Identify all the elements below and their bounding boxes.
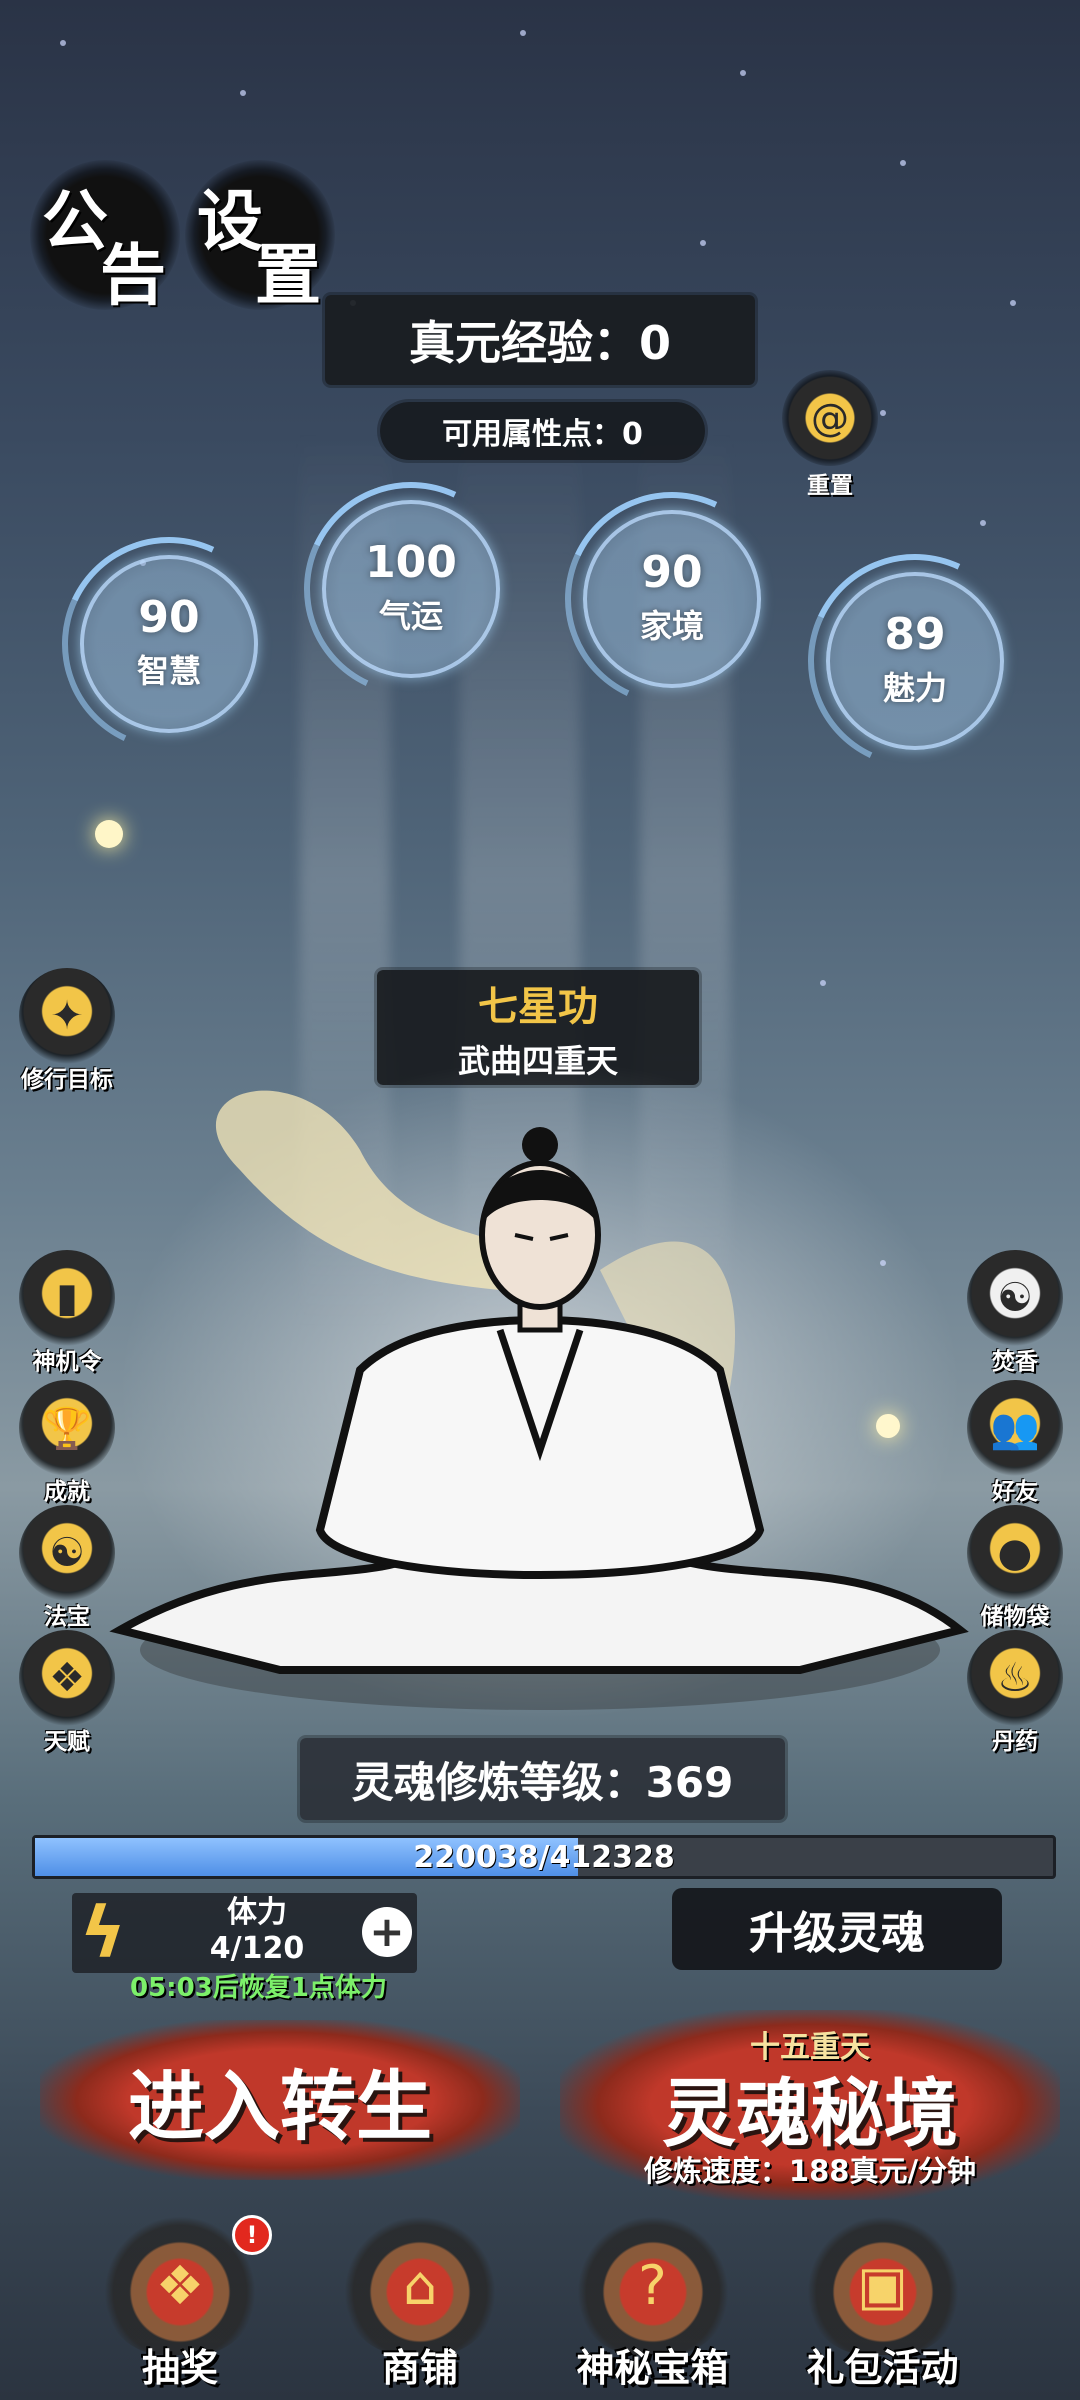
stat-label: 智慧 bbox=[136, 652, 201, 690]
gift-pack-button[interactable]: ▣ 礼包活动 bbox=[790, 2215, 975, 2392]
reset-button[interactable]: @ 重置 bbox=[775, 370, 885, 500]
plus-icon[interactable]: + bbox=[362, 1907, 412, 1957]
reset-label: 重置 bbox=[807, 473, 853, 499]
stat-label: 气运 bbox=[378, 597, 443, 635]
realm-speed-label: 修炼速度：188真元/分钟 bbox=[643, 2154, 977, 2188]
soul-level-label: 灵魂修炼等级：369 bbox=[351, 1757, 734, 1807]
stat-luck: 100 气运 bbox=[322, 500, 500, 678]
lottery-label: 抽奖 bbox=[141, 2346, 218, 2390]
lightning-icon: ϟ bbox=[79, 1892, 127, 1974]
stat-value: 90 bbox=[641, 547, 703, 598]
notice-button[interactable]: 公 告 bbox=[30, 160, 180, 314]
stamina-recover-text: 05:03后恢复1点体力 bbox=[130, 1973, 387, 2003]
pill-label: 丹药 bbox=[992, 1729, 1038, 1755]
stat-label: 家境 bbox=[639, 607, 704, 645]
talent-label: 天赋 bbox=[44, 1729, 90, 1755]
soul-progress-text: 220038/412328 bbox=[35, 1838, 1053, 1876]
attr-points-panel: 可用属性点：0 bbox=[380, 402, 705, 460]
shop-icon: ⌂ bbox=[345, 2215, 495, 2355]
bag-label: 储物袋 bbox=[980, 1604, 1050, 1630]
exp-panel: 真元经验：0 bbox=[325, 295, 755, 385]
glow-orb bbox=[95, 820, 123, 848]
stat-label: 魅力 bbox=[882, 669, 947, 707]
stat-value: 89 bbox=[884, 609, 946, 660]
incense-icon: ☯ bbox=[967, 1250, 1063, 1346]
reincarnate-label: 进入转生 bbox=[128, 2062, 432, 2151]
stamina-value: 4/120 bbox=[209, 1931, 305, 1966]
progress-current: 220038 bbox=[413, 1839, 539, 1875]
stat-wisdom: 90 智慧 bbox=[80, 555, 258, 733]
treasure-label: 法宝 bbox=[44, 1604, 90, 1630]
notice-char-1: 公 bbox=[42, 182, 108, 260]
mystery-chest-button[interactable]: ? 神秘宝箱 bbox=[560, 2215, 745, 2392]
progress-separator: / bbox=[538, 1839, 550, 1875]
stat-value: 90 bbox=[138, 592, 200, 643]
reset-swirl-icon: @ bbox=[782, 370, 878, 466]
incense-label: 焚香 bbox=[992, 1349, 1038, 1375]
shop-label: 商铺 bbox=[381, 2346, 458, 2390]
attr-points-label: 可用属性点：0 bbox=[442, 417, 643, 452]
gift-pack-label: 礼包活动 bbox=[806, 2346, 959, 2390]
stamina-panel: ϟ 体力 4/120 + bbox=[72, 1893, 417, 1973]
stat-charm: 89 魅力 bbox=[826, 572, 1004, 750]
upgrade-soul-button[interactable]: 升级灵魂 bbox=[672, 1888, 1002, 1970]
settings-char-2: 置 bbox=[255, 236, 321, 314]
settings-char-1: 设 bbox=[197, 182, 263, 260]
bag-icon: ● bbox=[967, 1505, 1063, 1601]
mystery-chest-icon: ? bbox=[577, 2215, 728, 2355]
reincarnate-button[interactable]: 进入转生 bbox=[40, 2020, 520, 2180]
friends-icon: 👥 bbox=[967, 1380, 1063, 1476]
lottery-button[interactable]: ❖ ! 抽奖 bbox=[95, 2215, 272, 2392]
shop-button[interactable]: ⌂ 商铺 bbox=[335, 2215, 505, 2392]
pill-gourd-icon: ♨ bbox=[967, 1630, 1063, 1726]
gift-pack-icon: ▣ bbox=[807, 2215, 958, 2355]
meditating-cultivator-figure bbox=[109, 1060, 969, 1720]
achievement-label: 成就 bbox=[44, 1479, 90, 1505]
progress-total: 412328 bbox=[549, 1839, 675, 1875]
notification-badge: ! bbox=[232, 2215, 272, 2255]
token-label: 神机令 bbox=[32, 1349, 102, 1375]
stamina-title: 体力 bbox=[227, 1895, 287, 1930]
soul-realm-button[interactable]: 十五重天 灵魂秘境 修炼速度：188真元/分钟 bbox=[560, 2010, 1060, 2200]
friends-label: 好友 bbox=[992, 1479, 1038, 1505]
stat-value: 100 bbox=[365, 537, 457, 588]
stamina-text: 体力 4/120 bbox=[172, 1895, 342, 1967]
notice-char-2: 告 bbox=[100, 236, 166, 314]
technique-name: 七星功 bbox=[478, 983, 598, 1030]
realm-label: 灵魂秘境 bbox=[662, 2071, 958, 2157]
soul-level-panel: 灵魂修炼等级：369 bbox=[300, 1738, 785, 1820]
mystery-chest-label: 神秘宝箱 bbox=[576, 2346, 729, 2390]
soul-progress-bar: 220038/412328 bbox=[32, 1835, 1056, 1879]
stat-family: 90 家境 bbox=[583, 510, 761, 688]
exp-label: 真元经验：0 bbox=[408, 316, 671, 370]
settings-button[interactable]: 设 置 bbox=[185, 160, 335, 314]
upgrade-soul-label: 升级灵魂 bbox=[749, 1908, 925, 1959]
